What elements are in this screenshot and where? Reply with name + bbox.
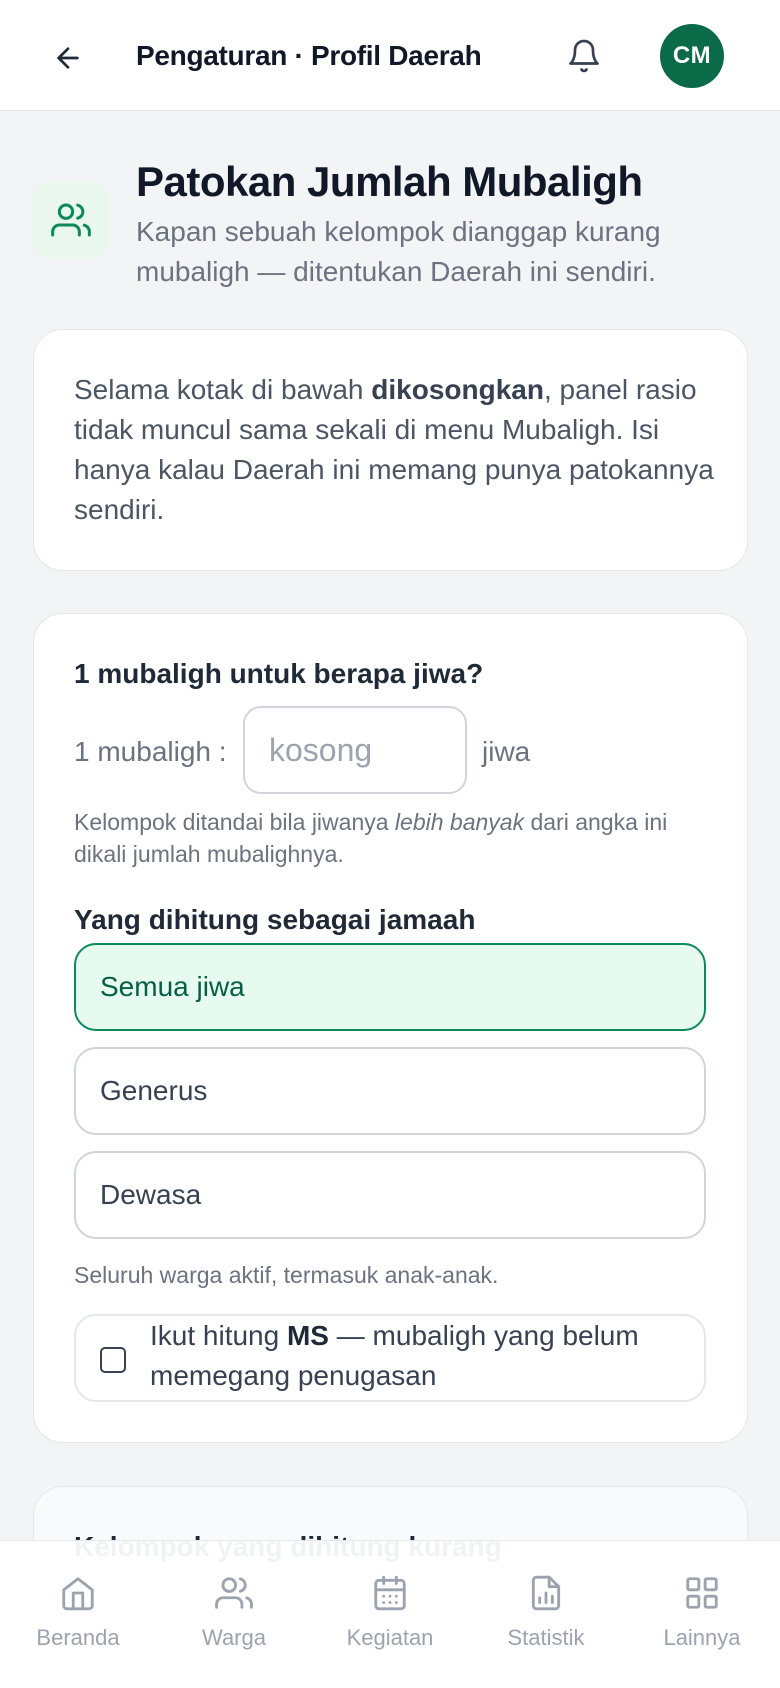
chart-icon (531, 1575, 561, 1611)
nav-label: Statistik (507, 1625, 585, 1650)
option-semua-jiwa[interactable]: Semua jiwa (74, 943, 706, 1031)
bell-icon (569, 39, 599, 73)
nav-warga[interactable]: Warga (169, 1571, 299, 1651)
bottom-nav: Beranda Warga Kegiatan Statistik Lainnya (0, 1540, 780, 1688)
info-bold-text: dikosongkan (371, 374, 544, 405)
option-generus[interactable]: Generus (74, 1047, 706, 1135)
avatar[interactable]: CM (660, 24, 724, 88)
ratio-helper-text: Kelompok ditandai bila jiwanya lebih ban… (74, 809, 668, 867)
nav-lainnya[interactable]: Lainnya (637, 1571, 767, 1651)
ratio-input[interactable] (243, 706, 467, 794)
info-card: Selama kotak di bawah dikosongkan, panel… (33, 329, 748, 571)
calendar-icon (374, 1575, 406, 1611)
nav-label: Lainnya (663, 1625, 741, 1650)
nav-kegiatan[interactable]: Kegiatan (325, 1571, 455, 1651)
grid-icon (686, 1577, 718, 1609)
nav-label: Beranda (36, 1625, 120, 1650)
ratio-form-card: 1 mubaligh untuk berapa jiwa? 1 mubaligh… (33, 613, 748, 1443)
top-bar: Pengaturan · Profil Daerah CM (0, 0, 780, 111)
notification-button[interactable] (562, 34, 606, 78)
header-title: Pengaturan · Profil Daerah (136, 40, 482, 71)
home-icon (62, 1577, 94, 1611)
ms-label: Ikut hitung MS — mubaligh yang belum mem… (150, 1320, 639, 1391)
arrow-left-icon (57, 47, 79, 69)
section-icon-box (33, 182, 109, 258)
ratio-question: 1 mubaligh untuk berapa jiwa? (74, 658, 484, 689)
users-icon (51, 203, 91, 237)
option-help-text: Seluruh warga aktif, termasuk anak-anak. (74, 1262, 499, 1288)
back-button[interactable] (46, 36, 90, 80)
page-title: Patokan Jumlah Mubaligh (136, 158, 643, 205)
nav-statistik[interactable]: Statistik (481, 1571, 611, 1651)
users-icon (215, 1577, 253, 1609)
jamaah-group-label: Yang dihitung sebagai jamaah (74, 904, 476, 935)
nav-label: Kegiatan (346, 1625, 434, 1650)
ms-checkbox[interactable] (100, 1347, 126, 1373)
nav-beranda[interactable]: Beranda (13, 1571, 143, 1651)
nav-label: Warga (202, 1625, 266, 1650)
ms-toggle[interactable]: Ikut hitung MS — mubaligh yang belum mem… (74, 1314, 706, 1402)
page-subtitle: Kapan sebuah kelompok dianggap kurang mu… (136, 216, 661, 287)
info-text: Selama kotak di bawah dikosongkan, panel… (74, 374, 714, 525)
option-dewasa[interactable]: Dewasa (74, 1151, 706, 1239)
ratio-suffix: jiwa (482, 736, 531, 767)
ratio-prefix: 1 mubaligh : (74, 736, 227, 767)
